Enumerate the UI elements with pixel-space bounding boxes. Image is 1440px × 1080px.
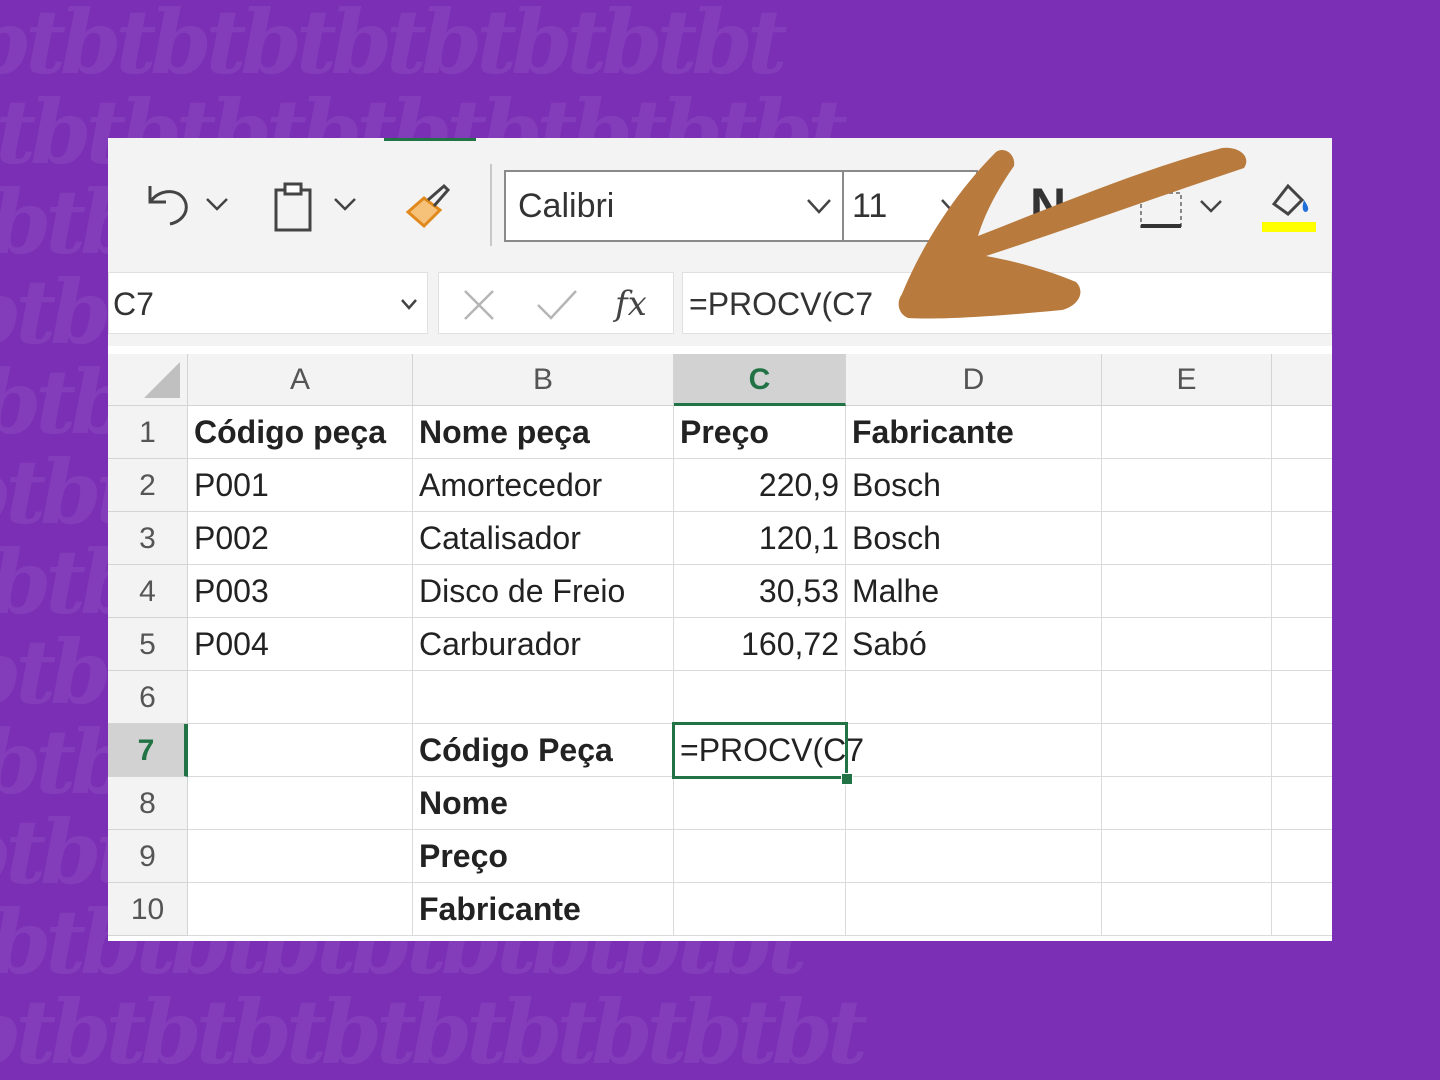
arrow-shape <box>898 147 1247 319</box>
pointer-arrow-annotation <box>898 147 1247 319</box>
